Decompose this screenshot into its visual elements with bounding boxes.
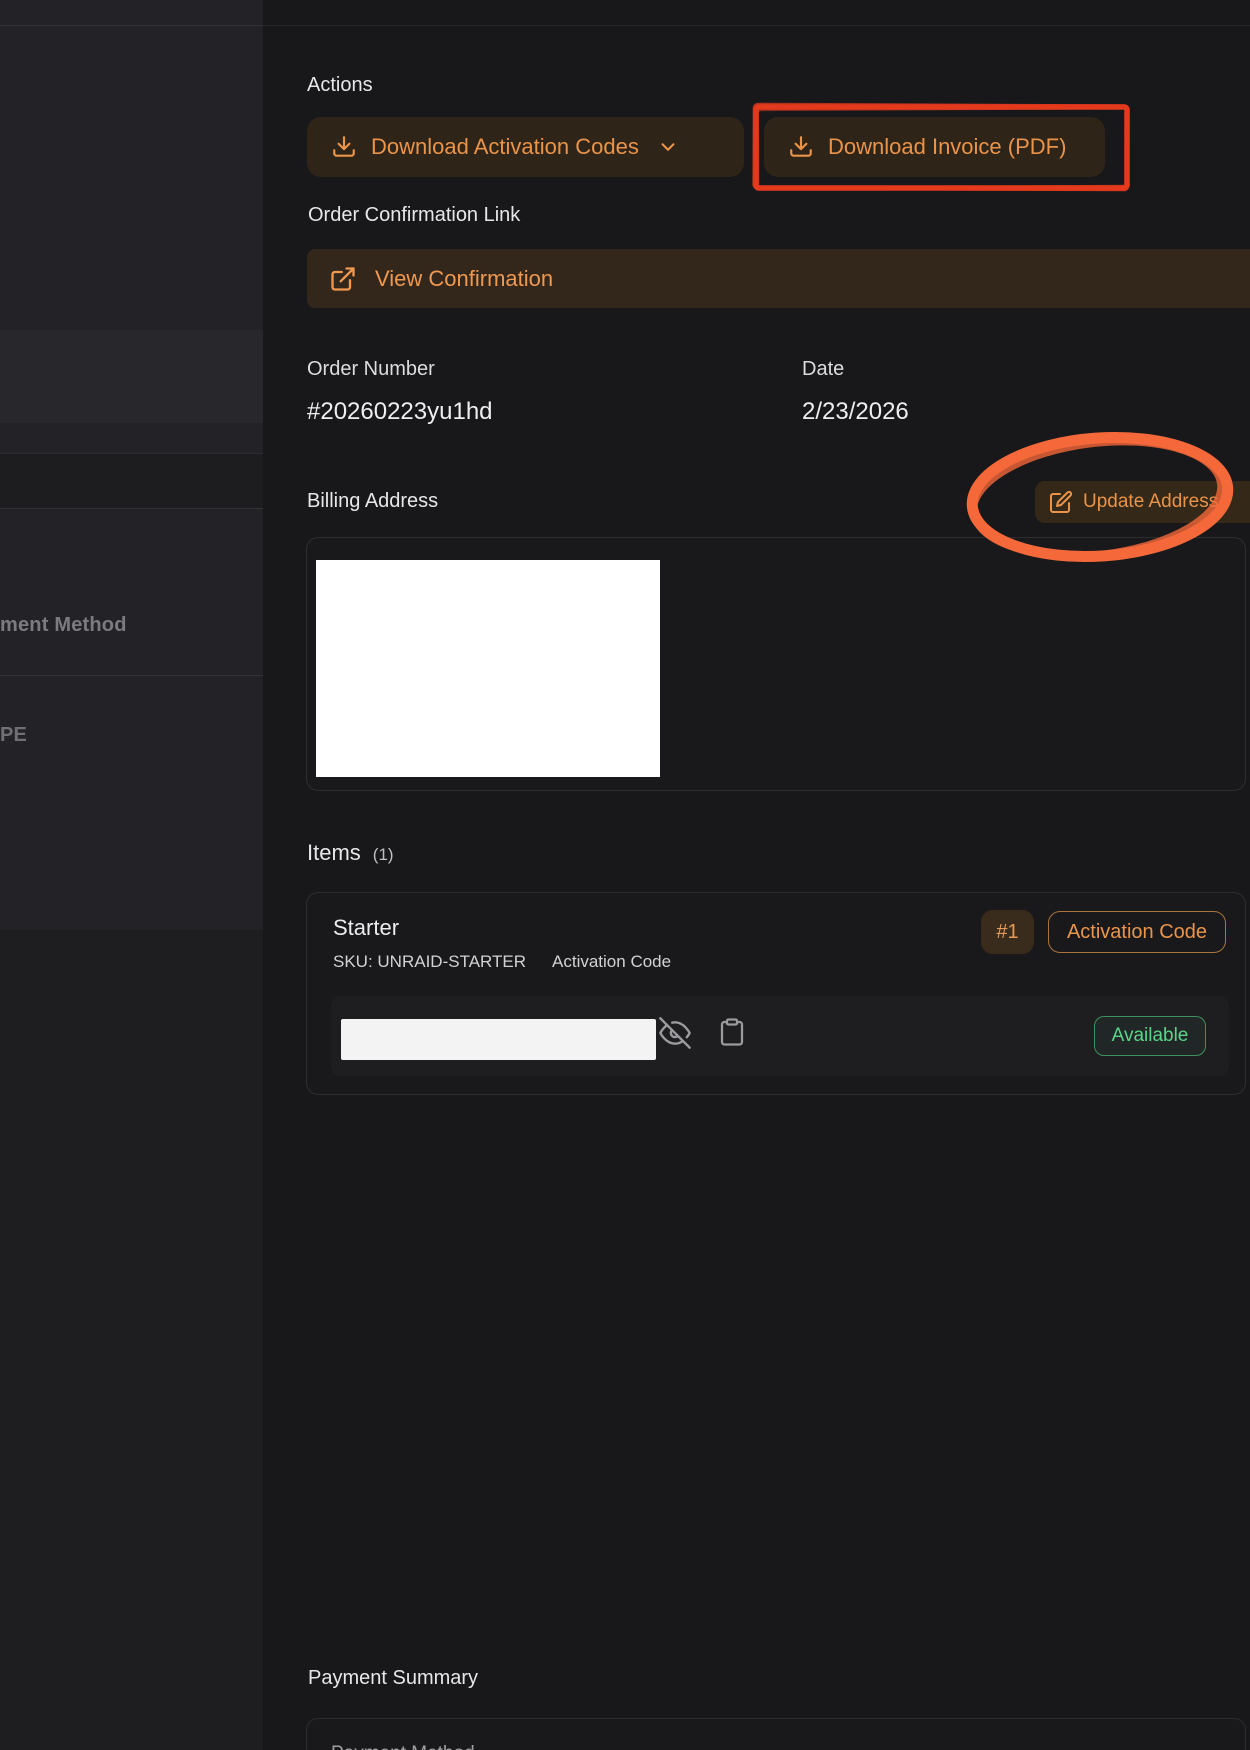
items-heading: Items (1) xyxy=(307,840,394,866)
view-confirmation-label: View Confirmation xyxy=(375,266,553,292)
payment-summary-heading: Payment Summary xyxy=(308,1667,478,1690)
top-bar-divider xyxy=(0,25,1250,26)
item-index-badge: #1 xyxy=(981,910,1034,954)
item-sku: SKU: UNRAID-STARTER xyxy=(333,952,526,972)
download-activation-codes-button[interactable]: Download Activation Codes xyxy=(307,117,744,177)
order-confirmation-link-heading: Order Confirmation Link xyxy=(308,204,520,227)
edit-pencil-icon xyxy=(1049,490,1073,514)
order-date-label: Date xyxy=(802,358,844,381)
chevron-down-icon xyxy=(657,136,679,158)
eye-off-icon[interactable] xyxy=(659,1017,691,1052)
sidebar-item-payment-method[interactable]: ment Method xyxy=(0,614,127,637)
item-name: Starter xyxy=(333,915,399,941)
update-address-label: Update Address xyxy=(1083,491,1218,513)
download-activation-codes-label: Download Activation Codes xyxy=(371,134,639,160)
order-number-label: Order Number xyxy=(307,358,435,381)
status-badge-available: Available xyxy=(1094,1016,1206,1056)
billing-address-heading: Billing Address xyxy=(307,490,438,513)
sidebar-divider xyxy=(0,508,263,509)
update-address-button[interactable]: Update Address xyxy=(1035,481,1250,523)
sidebar-divider xyxy=(0,453,263,454)
sidebar-section-band xyxy=(0,453,263,508)
sidebar: ment Method PE xyxy=(0,0,263,1750)
activation-code-row: Available xyxy=(331,996,1229,1076)
payment-method-label: Payment Method xyxy=(331,1743,475,1750)
external-link-icon xyxy=(329,265,357,293)
payment-summary-card: Payment Method xyxy=(306,1718,1246,1750)
billing-address-redaction xyxy=(316,560,660,777)
activation-code-badge: Activation Code xyxy=(1048,911,1226,953)
order-number-value: #20260223yu1hd xyxy=(307,398,493,426)
items-count: (1) xyxy=(373,845,394,865)
item-card: Starter SKU: UNRAID-STARTER Activation C… xyxy=(306,892,1246,1095)
download-invoice-button[interactable]: Download Invoice (PDF) xyxy=(764,117,1105,177)
activation-code-redaction xyxy=(341,1019,656,1060)
sidebar-highlight-block[interactable] xyxy=(0,330,263,423)
view-confirmation-button[interactable]: View Confirmation xyxy=(307,249,1250,308)
item-type: Activation Code xyxy=(552,952,671,972)
order-date-value: 2/23/2026 xyxy=(802,398,909,426)
sidebar-lower-section xyxy=(0,930,263,1750)
sidebar-divider xyxy=(0,675,263,676)
items-heading-label: Items xyxy=(307,840,361,866)
download-icon xyxy=(788,134,814,160)
order-details-page: ment Method PE Actions Download Activati… xyxy=(0,0,1250,1750)
clipboard-copy-icon[interactable] xyxy=(717,1017,747,1050)
download-invoice-label: Download Invoice (PDF) xyxy=(828,134,1066,160)
download-icon xyxy=(331,134,357,160)
actions-heading: Actions xyxy=(307,74,373,97)
sidebar-item-pe[interactable]: PE xyxy=(0,724,27,747)
item-subtitle: SKU: UNRAID-STARTER Activation Code xyxy=(333,952,671,972)
